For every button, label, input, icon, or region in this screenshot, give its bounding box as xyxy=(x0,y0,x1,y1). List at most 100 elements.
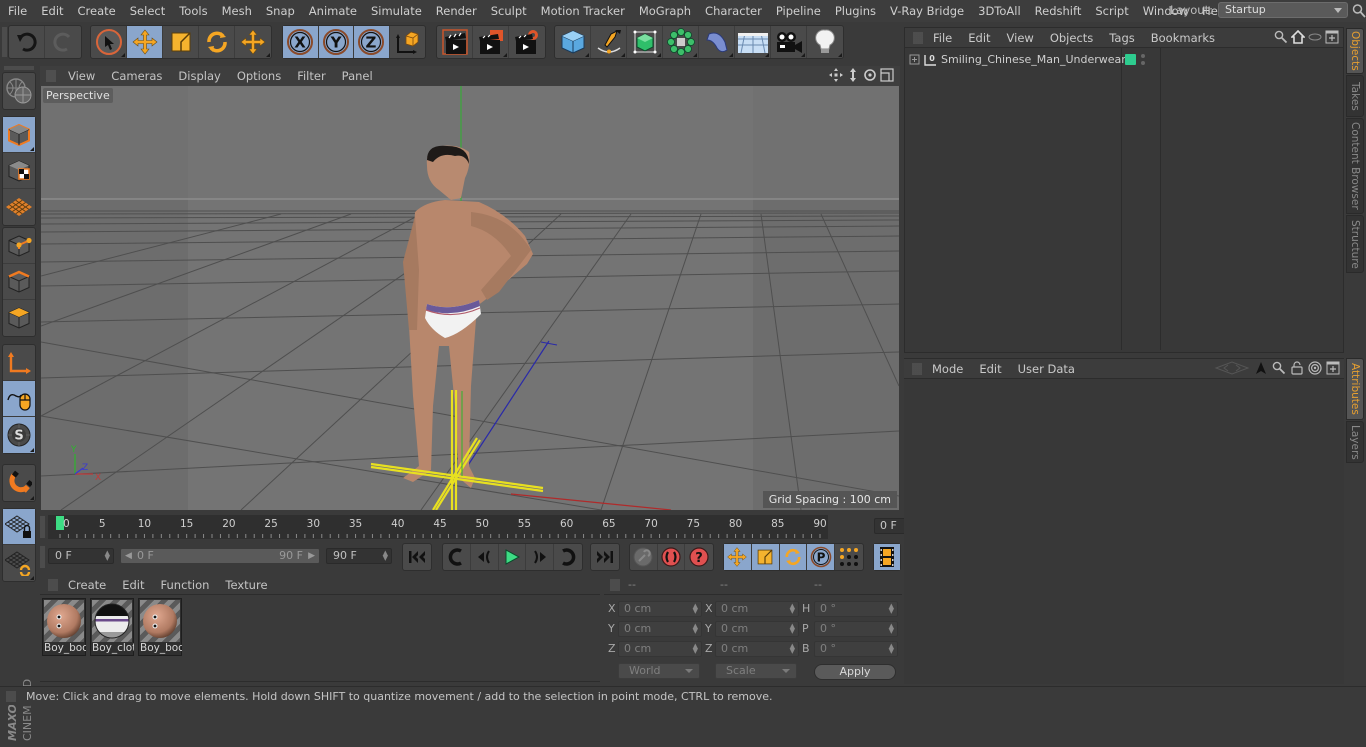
menu-create[interactable]: Create xyxy=(71,4,123,18)
left-toolbar-grip[interactable] xyxy=(4,66,34,70)
edges-mode-button[interactable] xyxy=(3,264,35,300)
subdivision-surface-button[interactable] xyxy=(627,26,663,58)
spinner-icon[interactable]: ▲▼ xyxy=(693,643,698,655)
object-row[interactable]: 0 Smiling_Chinese_Man_Underwear xyxy=(905,50,1343,70)
menu-file[interactable]: File xyxy=(0,4,34,18)
rot-p-field[interactable]: 0 ° ▲ ▼ xyxy=(814,621,898,637)
camera-button[interactable] xyxy=(771,26,807,58)
timeline-ruler[interactable]: 0 5 10 15 20 25 30 35 40 45 50 55 60 65 70 75 80 85 90 xyxy=(48,515,828,539)
solo-button[interactable]: S xyxy=(3,417,35,453)
key-parameter-button[interactable]: P xyxy=(807,544,836,570)
viewport-menu-cameras[interactable]: Cameras xyxy=(103,69,170,83)
spinner-icon[interactable]: ▲▼ xyxy=(790,643,795,655)
axis-mode-button[interactable] xyxy=(3,345,35,381)
transport-grip[interactable] xyxy=(40,546,45,568)
undo-button[interactable] xyxy=(9,26,45,58)
render-settings-button[interactable] xyxy=(509,26,545,58)
om-menu-bookmarks[interactable]: Bookmarks xyxy=(1143,31,1223,45)
rot-h-field[interactable]: 0 ° ▲ ▼ xyxy=(814,601,898,617)
om-menu-objects[interactable]: Objects xyxy=(1042,31,1101,45)
om-menu-tags[interactable]: Tags xyxy=(1101,31,1142,45)
menu-vray-bridge[interactable]: V-Ray Bridge xyxy=(883,4,971,18)
new-window-icon[interactable] xyxy=(1325,30,1339,44)
spinner-icon[interactable]: ▲▼ xyxy=(889,643,894,655)
z-axis-lock-button[interactable]: Z xyxy=(354,26,390,58)
menu-mesh[interactable]: Mesh xyxy=(215,4,259,18)
om-menu-edit[interactable]: Edit xyxy=(960,31,998,45)
move-button[interactable] xyxy=(127,26,163,58)
rotate-button[interactable] xyxy=(199,26,235,58)
om-menu-view[interactable]: View xyxy=(999,31,1042,45)
cloner-button[interactable] xyxy=(663,26,699,58)
timeline-window-button[interactable] xyxy=(874,544,900,570)
am-menu-edit[interactable]: Edit xyxy=(971,362,1009,376)
menu-3dtoall[interactable]: 3DToAll xyxy=(971,4,1028,18)
scale-button[interactable] xyxy=(163,26,199,58)
search-icon[interactable] xyxy=(1274,30,1288,44)
points-mode-button[interactable] xyxy=(3,228,35,264)
spinner-icon[interactable]: ▲▼ xyxy=(790,603,795,615)
goto-start-button[interactable] xyxy=(403,544,431,570)
make-editable-button[interactable] xyxy=(3,73,35,109)
expand-icon[interactable] xyxy=(909,54,921,66)
zoom-view-icon[interactable] xyxy=(846,68,860,82)
lock-icon[interactable] xyxy=(1290,361,1304,375)
pos-z-field[interactable]: 0 cm ▲ ▼ xyxy=(618,641,702,657)
render-to-picture-viewer-button[interactable] xyxy=(473,26,509,58)
spinner-icon[interactable]: ▲▼ xyxy=(105,550,110,562)
pos-y-field[interactable]: 0 cm ▲ ▼ xyxy=(618,621,702,637)
menu-mograph[interactable]: MoGraph xyxy=(632,4,698,18)
material-menu-create[interactable]: Create xyxy=(60,578,114,592)
material-manager-grip[interactable] xyxy=(48,578,58,591)
render-view-button[interactable] xyxy=(437,26,473,58)
polygons-mode-button[interactable] xyxy=(3,300,35,336)
layout-select[interactable]: Startup xyxy=(1217,2,1348,18)
material-menu-texture[interactable]: Texture xyxy=(217,578,275,592)
size-y-field[interactable]: 0 cm ▲ ▼ xyxy=(715,621,799,637)
tab-structure[interactable]: Structure xyxy=(1346,215,1364,273)
search-icon[interactable] xyxy=(1272,361,1286,375)
pos-x-field[interactable]: 0 cm ▲ ▼ xyxy=(618,601,702,617)
material-item[interactable]: Boy_bod xyxy=(138,598,182,656)
play-forward-button[interactable] xyxy=(499,544,527,570)
tab-layers[interactable]: Layers xyxy=(1346,421,1364,463)
menu-select[interactable]: Select xyxy=(123,4,172,18)
target-icon[interactable] xyxy=(1308,361,1322,375)
new-window-icon[interactable] xyxy=(1326,361,1340,375)
menu-edit[interactable]: Edit xyxy=(34,4,70,18)
material-menu-function[interactable]: Function xyxy=(153,578,218,592)
spinner-icon[interactable]: ▲▼ xyxy=(889,603,894,615)
status-grip[interactable] xyxy=(6,691,16,702)
coordinate-system-button[interactable] xyxy=(390,26,425,58)
viewport-grip[interactable] xyxy=(46,70,56,82)
texture-mode-button[interactable] xyxy=(3,153,35,189)
viewport-menu-view[interactable]: View xyxy=(60,69,103,83)
menu-snap[interactable]: Snap xyxy=(259,4,302,18)
record-active-objects-button[interactable] xyxy=(630,544,658,570)
menu-plugins[interactable]: Plugins xyxy=(828,4,883,18)
lock-workplane-button[interactable] xyxy=(3,509,35,545)
tab-content-browser[interactable]: Content Browser xyxy=(1346,118,1364,214)
toolbar-grip[interactable] xyxy=(2,27,7,57)
spinner-icon[interactable]: ▲▼ xyxy=(693,623,698,635)
spinner-icon[interactable]: ▲▼ xyxy=(889,623,894,635)
viewport-menu-filter[interactable]: Filter xyxy=(289,69,333,83)
rot-b-field[interactable]: 0 ° ▲ ▼ xyxy=(814,641,898,657)
next-frame-button[interactable] xyxy=(526,544,555,570)
menu-render[interactable]: Render xyxy=(429,4,484,18)
live-selection-button[interactable] xyxy=(91,26,127,58)
recent-tool-button[interactable] xyxy=(235,26,271,58)
viewport-menu-options[interactable]: Options xyxy=(229,69,289,83)
x-axis-lock-button[interactable]: X xyxy=(283,26,319,58)
key-position-button[interactable] xyxy=(724,544,752,570)
attribute-manager-grip[interactable] xyxy=(912,362,922,375)
range-left-arrow-icon[interactable]: ◀ xyxy=(125,549,132,563)
spinner-icon[interactable]: ▲▼ xyxy=(693,603,698,615)
home-icon[interactable] xyxy=(1291,30,1305,44)
menu-script[interactable]: Script xyxy=(1088,4,1135,18)
material-item[interactable]: Boy_clot xyxy=(90,598,134,656)
up-arrow-icon[interactable] xyxy=(1254,361,1268,375)
floor-button[interactable] xyxy=(735,26,771,58)
pan-icon[interactable] xyxy=(829,68,843,82)
camera-label[interactable]: Perspective xyxy=(43,88,113,103)
